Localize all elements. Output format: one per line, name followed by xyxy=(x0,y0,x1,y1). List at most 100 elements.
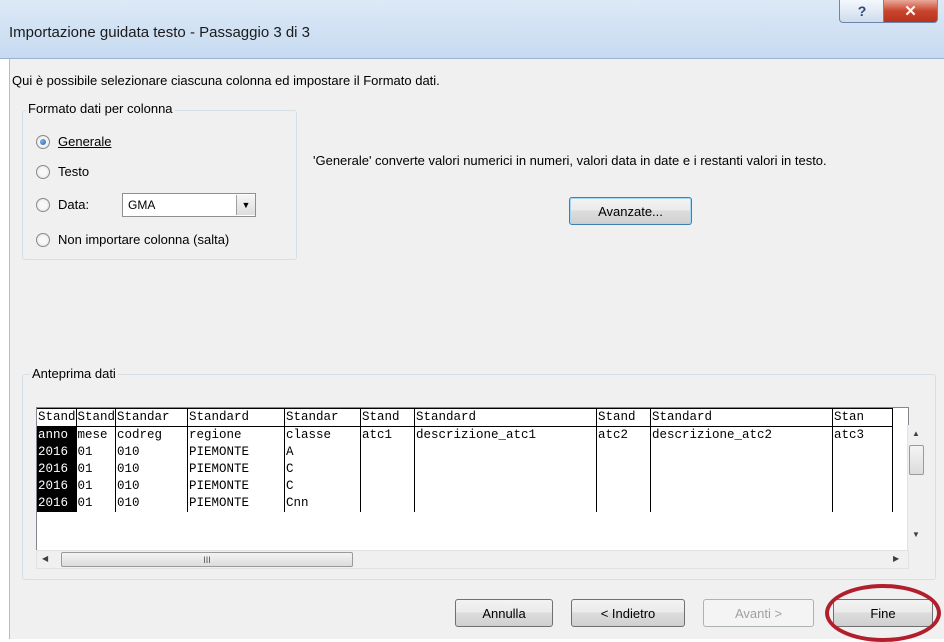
preview-cell[interactable] xyxy=(414,461,598,478)
radio-icon xyxy=(36,197,50,212)
preview-cell[interactable] xyxy=(596,478,652,495)
preview-row: 2016 01 010 PIEMONTE Cnn xyxy=(37,495,894,512)
radio-skip-column[interactable]: Non importare colonna (salta) xyxy=(36,232,229,247)
preview-cell[interactable]: atc2 xyxy=(596,426,652,444)
advanced-button-label: Avanzate... xyxy=(598,203,663,219)
column-type-header[interactable]: Stan xyxy=(832,408,894,427)
preview-cell[interactable]: C xyxy=(284,461,362,478)
preview-cell[interactable] xyxy=(832,444,894,461)
preview-cell[interactable] xyxy=(650,478,834,495)
preview-cell[interactable]: PIEMONTE xyxy=(187,444,286,461)
preview-cell[interactable]: 010 xyxy=(115,478,189,495)
preview-cell[interactable]: Cnn xyxy=(284,495,362,512)
preview-cell[interactable] xyxy=(596,495,652,512)
preview-cell[interactable] xyxy=(414,444,598,461)
scroll-up-icon[interactable]: ▲ xyxy=(912,429,920,438)
column-type-header[interactable]: Stand xyxy=(76,408,117,427)
preview-cell[interactable] xyxy=(596,444,652,461)
column-type-header[interactable]: Standard xyxy=(650,408,834,427)
data-preview[interactable]: Stand Stand Standar Standard Standar Sta… xyxy=(36,407,909,552)
preview-cell[interactable]: 01 xyxy=(76,478,117,495)
preview-cell[interactable]: 01 xyxy=(76,444,117,461)
column-type-header[interactable]: Stand xyxy=(360,408,416,427)
advanced-button[interactable]: Avanzate... xyxy=(569,197,692,225)
preview-cell[interactable]: regione xyxy=(187,426,286,444)
preview-cell[interactable] xyxy=(414,478,598,495)
preview-cell[interactable] xyxy=(360,495,416,512)
preview-cell[interactable]: atc1 xyxy=(360,426,416,444)
radio-label-skip: Non importare colonna (salta) xyxy=(58,232,230,247)
preview-cell[interactable]: 2016 xyxy=(37,444,77,461)
preview-cell[interactable]: PIEMONTE xyxy=(187,478,286,495)
column-type-header[interactable]: Standard xyxy=(187,408,286,427)
radio-data[interactable]: Data: xyxy=(36,197,89,212)
radio-label-data: Data: xyxy=(58,197,90,212)
radio-icon xyxy=(36,164,50,179)
column-type-header[interactable]: Standar xyxy=(115,408,189,427)
scroll-left-icon[interactable]: ◀ xyxy=(42,554,48,563)
preview-cell[interactable]: atc3 xyxy=(832,426,894,444)
preview-cell[interactable]: descrizione_atc1 xyxy=(414,426,598,444)
vertical-scroll-thumb[interactable] xyxy=(909,445,924,475)
preview-cell[interactable] xyxy=(360,478,416,495)
preview-row: 2016 01 010 PIEMONTE C xyxy=(37,478,894,495)
preview-cell[interactable]: 2016 xyxy=(37,478,77,495)
next-button[interactable]: Avanti > xyxy=(703,599,814,627)
preview-horizontal-scrollbar[interactable]: ◀ III ▶ xyxy=(36,550,909,569)
radio-icon xyxy=(36,232,50,247)
preview-cell[interactable]: PIEMONTE xyxy=(187,461,286,478)
title-bar: Importazione guidata testo - Passaggio 3… xyxy=(0,0,944,59)
preview-cell[interactable] xyxy=(596,461,652,478)
back-button-label: < Indietro xyxy=(600,605,656,621)
radio-testo[interactable]: Testo xyxy=(36,164,89,179)
preview-cell[interactable]: classe xyxy=(284,426,362,444)
close-button[interactable]: ✕ xyxy=(883,0,938,23)
radio-generale[interactable]: Generale xyxy=(36,134,111,149)
preview-cell[interactable]: anno xyxy=(37,426,77,444)
preview-cell[interactable]: 2016 xyxy=(37,461,77,478)
preview-cell[interactable]: descrizione_atc2 xyxy=(650,426,834,444)
horizontal-scroll-thumb[interactable]: III xyxy=(61,552,353,567)
column-type-header[interactable]: Stand xyxy=(37,408,77,427)
preview-cell[interactable] xyxy=(414,495,598,512)
preview-cell[interactable]: PIEMONTE xyxy=(187,495,286,512)
close-icon: ✕ xyxy=(904,3,917,20)
preview-cell[interactable]: C xyxy=(284,478,362,495)
preview-cell[interactable] xyxy=(650,461,834,478)
help-button[interactable]: ? xyxy=(839,0,885,23)
preview-cell[interactable] xyxy=(650,495,834,512)
preview-cell[interactable] xyxy=(832,461,894,478)
preview-cell[interactable]: 01 xyxy=(76,495,117,512)
column-type-header[interactable]: Standar xyxy=(284,408,362,427)
preview-cell[interactable]: 010 xyxy=(115,495,189,512)
format-description: 'Generale' converte valori numerici in n… xyxy=(313,153,827,168)
preview-cell[interactable] xyxy=(360,444,416,461)
preview-cell[interactable] xyxy=(360,461,416,478)
preview-cell[interactable]: 010 xyxy=(115,461,189,478)
scroll-down-icon[interactable]: ▼ xyxy=(912,530,920,539)
preview-cell[interactable]: codreg xyxy=(115,426,189,444)
preview-cell[interactable] xyxy=(650,444,834,461)
preview-row: 2016 01 010 PIEMONTE A xyxy=(37,444,894,461)
preview-cell[interactable]: 01 xyxy=(76,461,117,478)
preview-vertical-scrollbar[interactable]: ▲ ▼ xyxy=(907,425,925,550)
preview-cell[interactable]: mese xyxy=(76,426,117,444)
preview-cell[interactable]: 010 xyxy=(115,444,189,461)
column-type-header[interactable]: Stand xyxy=(596,408,652,427)
preview-cell[interactable] xyxy=(832,495,894,512)
radio-label-generale: Generale xyxy=(58,134,112,149)
date-format-select[interactable]: GMA ▼ xyxy=(122,193,256,217)
next-button-label: Avanti > xyxy=(734,605,783,621)
column-type-header[interactable]: Standard xyxy=(414,408,598,427)
format-group-label: Formato dati per colonna xyxy=(26,101,175,116)
back-button[interactable]: < Indietro xyxy=(571,599,685,627)
cancel-button-label: Annulla xyxy=(482,605,526,621)
preview-header-row: Stand Stand Standar Standard Standar Sta… xyxy=(37,408,894,427)
preview-cell[interactable]: 2016 xyxy=(37,495,77,512)
preview-cell[interactable] xyxy=(832,478,894,495)
chevron-down-icon[interactable]: ▼ xyxy=(236,195,255,215)
scroll-right-icon[interactable]: ▶ xyxy=(893,554,899,563)
date-format-value: GMA xyxy=(128,198,156,212)
cancel-button[interactable]: Annulla xyxy=(455,599,553,627)
preview-cell[interactable]: A xyxy=(284,444,362,461)
